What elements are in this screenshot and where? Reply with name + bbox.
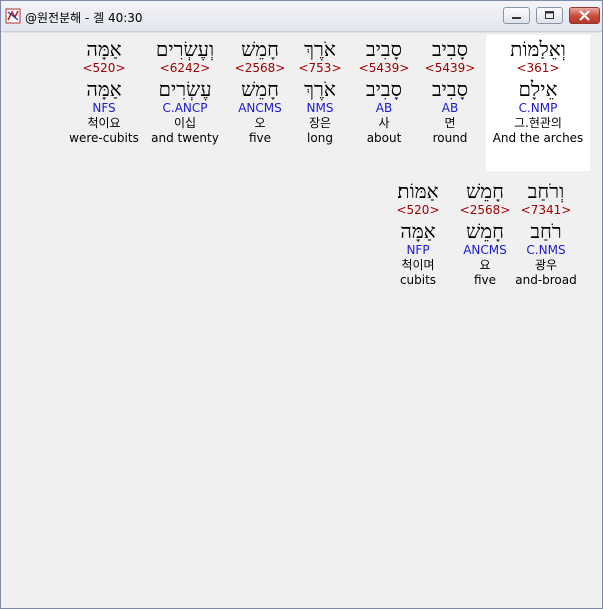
parsing-code: AB	[441, 101, 459, 115]
hebrew-lemma: אֵילָם	[518, 77, 558, 101]
hebrew-lemma: רֹחַב	[530, 219, 562, 243]
word-block[interactable]: אַמָּה <520> אַמָּה NFS 척이요 were-cubits	[65, 35, 143, 145]
strong-number[interactable]: <520>	[383, 203, 453, 219]
hebrew-surface: וְרֹחַב	[527, 179, 565, 203]
word-block[interactable]: סָבִיב <5439> סָבִיב AB 면 round	[415, 35, 485, 145]
strong-number[interactable]: <2568>	[450, 203, 520, 219]
hebrew-lemma: אֹרֶךְ	[304, 77, 336, 101]
parsing-code: C.NMP	[518, 101, 558, 115]
korean-gloss: 광우	[534, 258, 558, 272]
hebrew-surface: סָבִיב	[366, 37, 402, 61]
english-gloss: and-broad	[515, 273, 577, 287]
parsing-code: C.ANCP	[162, 101, 208, 115]
hebrew-lemma: סָבִיב	[432, 77, 468, 101]
english-gloss: cubits	[399, 273, 437, 287]
close-button[interactable]	[569, 7, 600, 24]
hebrew-lemma: חָמֵשׁ	[466, 219, 504, 243]
hebrew-surface: חָמֵשׁ	[466, 179, 504, 203]
hebrew-surface: אַמָּה	[86, 37, 122, 61]
strong-number[interactable]: <5439>	[349, 61, 419, 77]
parsing-code: NFP	[406, 243, 430, 257]
english-gloss: about	[366, 131, 402, 145]
maximize-icon	[545, 11, 554, 19]
korean-gloss: 사	[378, 116, 390, 130]
parsing-code: NFS	[92, 101, 116, 115]
strong-number[interactable]: <753>	[285, 61, 355, 77]
close-icon	[579, 10, 590, 21]
strong-number[interactable]: <5439>	[415, 61, 485, 77]
parsing-code: C.NMS	[526, 243, 566, 257]
english-gloss: were-cubits	[69, 131, 139, 145]
english-gloss: five	[473, 273, 497, 287]
hebrew-lemma: סָבִיב	[366, 77, 402, 101]
app-icon	[5, 8, 21, 24]
parsing-code: ANCMS	[238, 101, 282, 115]
hebrew-surface: סָבִיב	[432, 37, 468, 61]
hebrew-lemma: אַמָּה	[86, 77, 122, 101]
minimize-icon	[512, 17, 521, 19]
word-block[interactable]: אֹרֶךְ <753> אֹרֶךְ NMS 장은 long	[285, 35, 355, 145]
hebrew-surface: חָמֵשׁ	[241, 37, 279, 61]
korean-gloss: 이십	[173, 116, 197, 130]
parsing-code: AB	[375, 101, 393, 115]
strong-number[interactable]: <7341>	[511, 203, 581, 219]
english-gloss: long	[307, 131, 333, 145]
interlinear-panel[interactable]: וְאֵלַמּוֹת <361> אֵילָם C.NMP 그.현관의 And…	[3, 32, 600, 606]
english-gloss: And the arches	[492, 131, 584, 145]
hebrew-surface: אַמּוֹת׃	[397, 179, 439, 203]
korean-gloss: 요	[479, 258, 491, 272]
strong-number[interactable]: <520>	[65, 61, 143, 77]
korean-gloss: 오	[254, 116, 266, 130]
hebrew-surface: וְאֵלַמּוֹת	[510, 37, 566, 61]
english-gloss: five	[248, 131, 272, 145]
korean-gloss: 면	[444, 116, 456, 130]
minimize-button[interactable]	[503, 7, 530, 24]
word-block[interactable]: חָמֵשׁ <2568> חָמֵשׁ ANCMS 요 five	[450, 177, 520, 287]
hebrew-lemma: אַמָּה	[400, 219, 436, 243]
english-gloss: round	[432, 131, 468, 145]
app-window: @원전분해 - 겔 40:30 וְאֵלַמּוֹת <361> אֵילָם…	[0, 0, 603, 609]
title-bar[interactable]: @원전분해 - 겔 40:30	[1, 1, 602, 32]
strong-number[interactable]: <361>	[486, 61, 590, 77]
word-block[interactable]: אַמּוֹת׃ <520> אַמָּה NFP 척이며 cubits	[383, 177, 453, 287]
korean-gloss: 척이며	[401, 258, 435, 272]
parsing-code: ANCMS	[463, 243, 507, 257]
window-title: @원전분해 - 겔 40:30	[25, 11, 143, 25]
english-gloss: and twenty	[151, 131, 219, 145]
hebrew-surface: וְעֶשְׂרִים	[155, 37, 215, 61]
hebrew-lemma: עֶשְׂרִים	[158, 77, 212, 101]
korean-gloss: 척이요	[87, 116, 121, 130]
hebrew-surface: אֹרֶךְ	[304, 37, 336, 61]
word-block[interactable]: וְרֹחַב <7341> רֹחַב C.NMS 광우 and-broad	[511, 177, 581, 287]
strong-number[interactable]: <2568>	[225, 61, 295, 77]
korean-gloss: 장은	[308, 116, 332, 130]
hebrew-lemma: חָמֵשׁ	[241, 77, 279, 101]
parsing-code: NMS	[306, 101, 334, 115]
korean-gloss: 그.현관의	[514, 116, 562, 130]
word-block[interactable]: וְעֶשְׂרִים <6242> עֶשְׂרִים C.ANCP 이십 a…	[143, 35, 227, 145]
strong-number[interactable]: <6242>	[143, 61, 227, 77]
word-block[interactable]: חָמֵשׁ <2568> חָמֵשׁ ANCMS 오 five	[225, 35, 295, 145]
word-block[interactable]: וְאֵלַמּוֹת <361> אֵילָם C.NMP 그.현관의 And…	[486, 35, 590, 171]
word-block[interactable]: סָבִיב <5439> סָבִיב AB 사 about	[349, 35, 419, 145]
maximize-button[interactable]	[536, 7, 563, 24]
